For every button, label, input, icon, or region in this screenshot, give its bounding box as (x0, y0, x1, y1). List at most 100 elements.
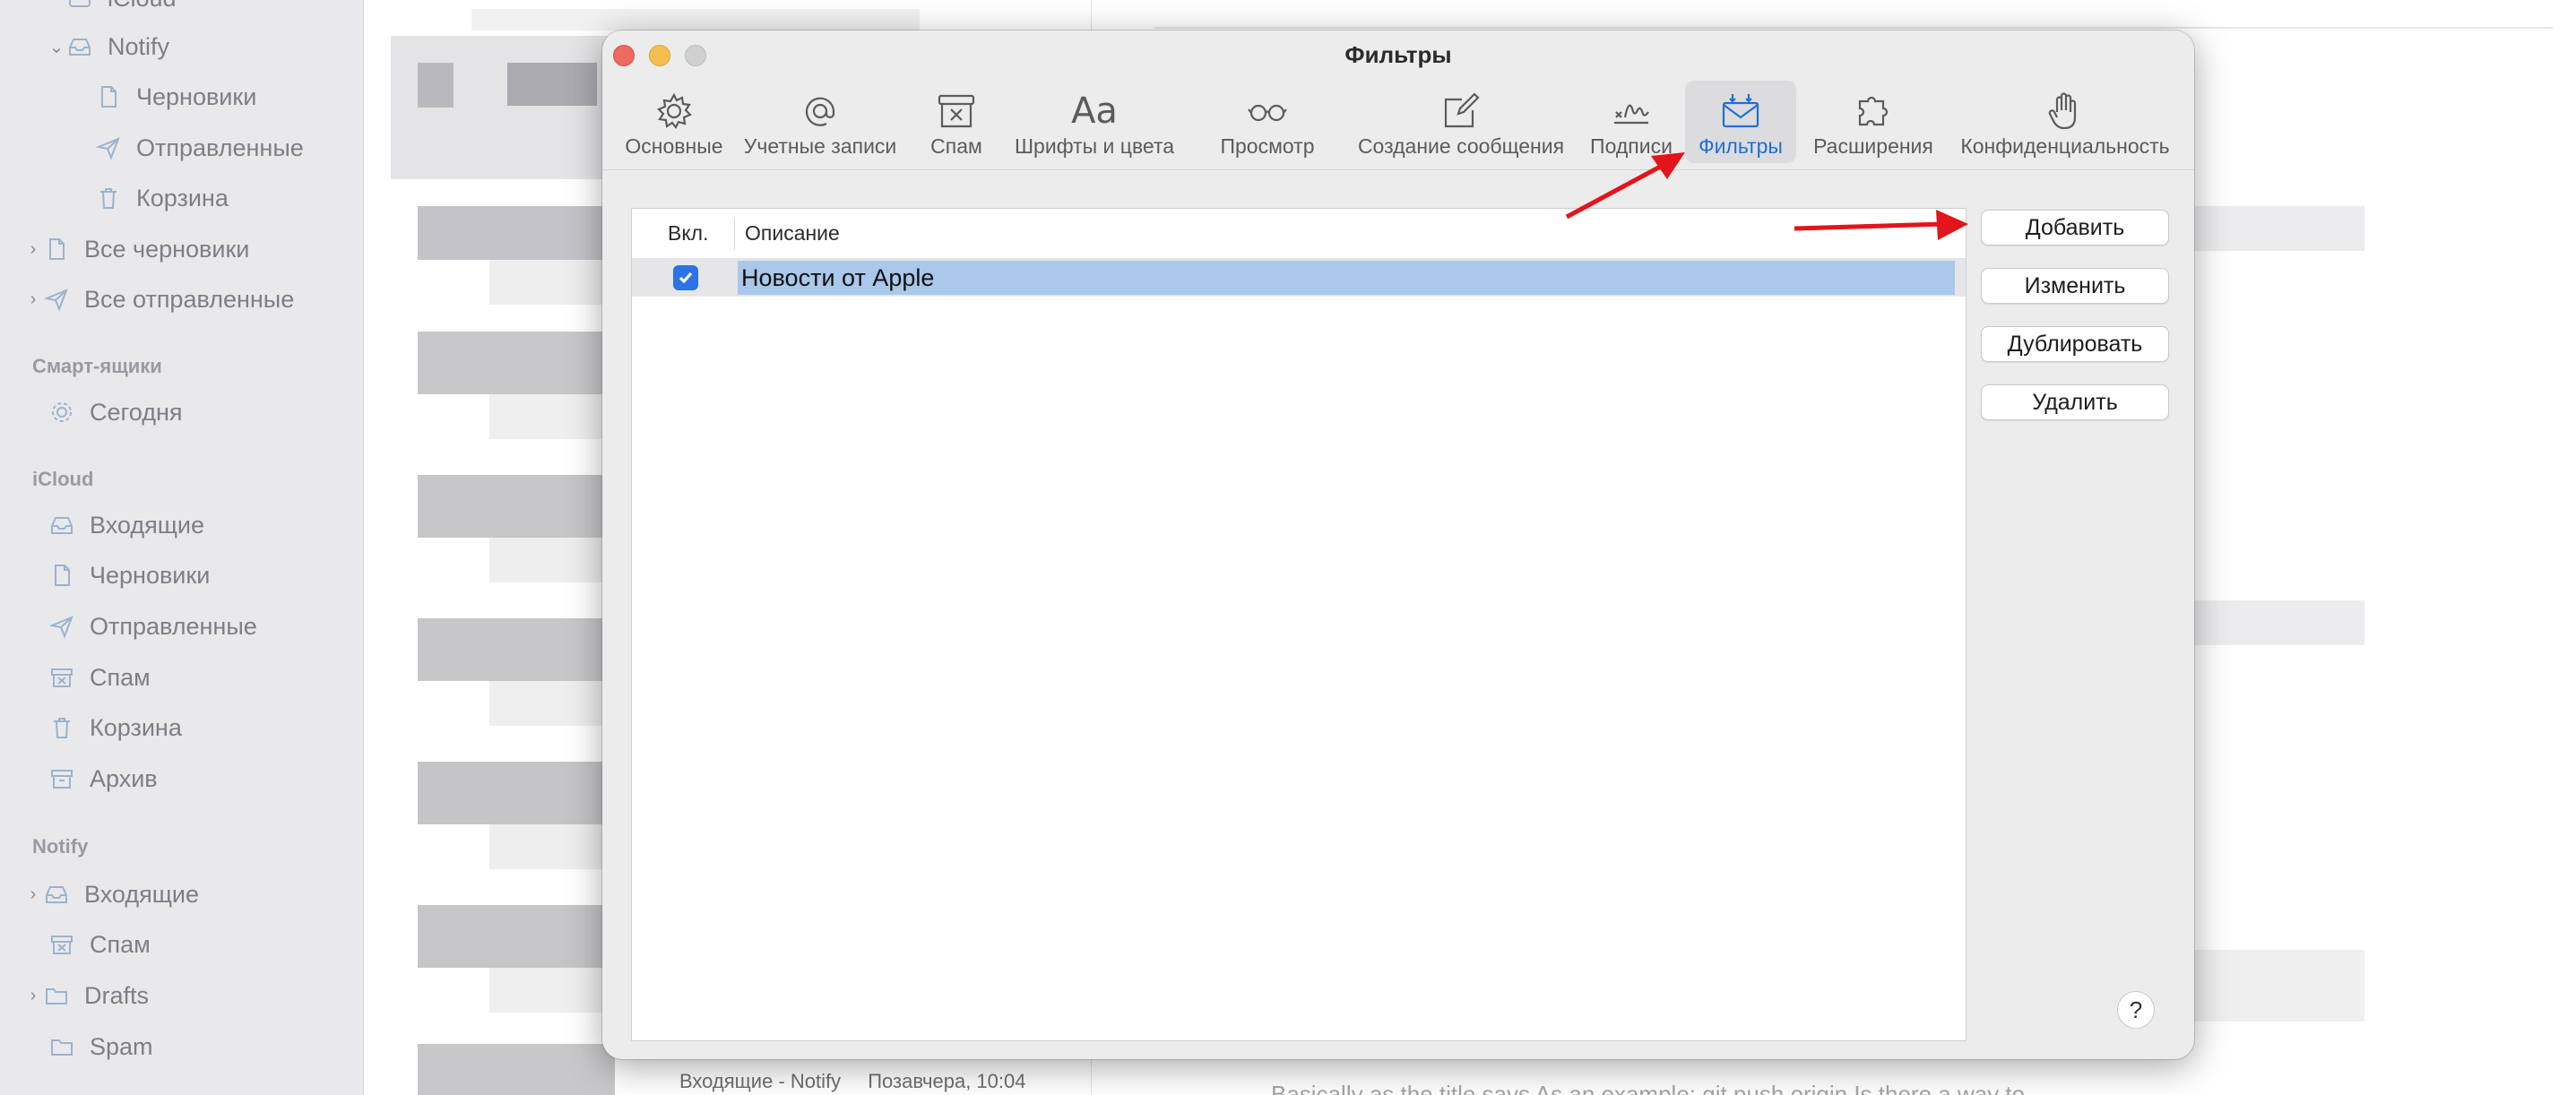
glasses-icon (1247, 88, 1288, 134)
footer-mailbox: Входящие - Notify (679, 1070, 842, 1092)
column-header-enabled[interactable]: Вкл. (668, 221, 708, 246)
sidebar-item-drafts[interactable]: Черновики (95, 79, 256, 115)
sidebar-item-icloud-drafts[interactable]: Черновики (48, 557, 210, 593)
filters-icon (1720, 88, 1761, 134)
signature-icon (1611, 88, 1652, 134)
sidebar-item-trash[interactable]: Корзина (95, 180, 229, 216)
trash-icon (48, 714, 75, 741)
chevron-right-icon[interactable]: › (23, 884, 43, 905)
compose-icon (1440, 88, 1482, 134)
message-row-blur (418, 762, 615, 824)
tab-general[interactable]: Основные (622, 81, 726, 163)
column-header-description[interactable]: Описание (745, 221, 840, 246)
tab-composing[interactable]: Создание сообщения (1344, 81, 1578, 163)
tab-accounts[interactable]: Учетные записи (737, 81, 903, 163)
mail-sidebar: iCloud ⌄ Notify Черновики Отправленные К… (0, 0, 364, 1095)
reader-body-text: Basically as the title says As an exampl… (1271, 1081, 2026, 1095)
edit-rule-button[interactable]: Изменить (1981, 268, 2169, 304)
mailbox-icon (66, 0, 93, 12)
sidebar-item-icloud-trash[interactable]: Корзина (48, 710, 182, 746)
message-row-blur (418, 332, 615, 394)
checkmark-icon (679, 272, 693, 284)
sidebar-item-icloud-inbox[interactable]: Входящие (48, 507, 204, 543)
table-row[interactable]: Новости от Apple (632, 259, 1966, 297)
message-row-blur (418, 206, 615, 260)
paper-plane-icon (95, 134, 122, 161)
sidebar-item-notify-group[interactable]: ⌄ Notify (47, 29, 169, 65)
footer-date: Позавчера, 10:04 (868, 1070, 1026, 1092)
folder-icon (43, 982, 70, 1009)
junk-icon (48, 664, 75, 691)
reader-blur (2185, 206, 2364, 251)
document-icon (48, 562, 75, 589)
paper-plane-icon (48, 613, 75, 640)
hand-icon (2044, 88, 2086, 134)
column-divider[interactable] (734, 218, 735, 250)
sidebar-item-icloud-junk[interactable]: Спам (48, 660, 151, 695)
message-row-blur (418, 1044, 615, 1095)
message-row-blur (418, 905, 615, 968)
rule-enabled-checkbox[interactable] (673, 265, 698, 290)
rule-description[interactable]: Новости от Apple (738, 261, 1955, 295)
notify-header: Notify (32, 835, 89, 858)
table-header: Вкл. Описание (632, 209, 1966, 259)
inbox-icon (48, 512, 75, 539)
sidebar-item-notify-inbox[interactable]: › Входящие (23, 876, 199, 912)
preferences-toolbar: Основные Учетные записи Спам Aa Шрифты и… (602, 81, 2194, 170)
delete-rule-button[interactable]: Удалить (1981, 384, 2169, 420)
smart-mailboxes-header: Смарт-ящики (32, 355, 162, 377)
tab-signatures[interactable]: Подписи (1585, 81, 1678, 163)
sidebar-item-notify-drafts-folder[interactable]: › Drafts (23, 978, 149, 1013)
duplicate-rule-button[interactable]: Дублировать (1981, 326, 2169, 362)
inbox-icon (43, 881, 70, 908)
sidebar-item-icloud-sent[interactable]: Отправленные (48, 608, 257, 644)
sidebar-item-notify-junk[interactable]: Спам (48, 927, 151, 962)
avatar (507, 63, 597, 106)
archive-icon (48, 765, 75, 792)
add-rule-button[interactable]: Добавить (1981, 210, 2169, 246)
gear-icon (653, 88, 695, 134)
message-row-blur (418, 618, 615, 681)
avatar (418, 63, 454, 108)
message-preview-blur (471, 9, 920, 30)
at-icon (800, 88, 841, 134)
fonts-icon: Aa (1071, 91, 1118, 132)
reader-blur (2185, 950, 2364, 1022)
tab-rules[interactable]: Фильтры (1685, 81, 1796, 163)
sidebar-item-today[interactable]: Сегодня (48, 394, 182, 430)
message-footer: Входящие - Notify Позавчера, 10:04 (679, 1070, 1048, 1093)
selected-message-blur (391, 36, 624, 179)
sidebar-item-notify-spam-folder[interactable]: Spam (48, 1029, 153, 1065)
chevron-down-icon[interactable]: ⌄ (47, 36, 66, 58)
tab-extensions[interactable]: Расширения (1802, 81, 1945, 163)
junk-icon (48, 931, 75, 958)
chevron-right-icon[interactable]: › (23, 289, 43, 310)
sidebar-item-all-sent[interactable]: › Все отправленные (23, 281, 295, 317)
puzzle-icon (1853, 88, 1894, 134)
trash-icon (95, 185, 122, 211)
junk-icon (936, 88, 977, 134)
folder-icon (48, 1033, 75, 1060)
document-icon (43, 236, 70, 263)
sidebar-item-icloud-partial[interactable]: iCloud (66, 0, 177, 16)
paper-plane-icon (43, 286, 70, 313)
inbox-icon (66, 33, 93, 60)
titlebar: Фильтры (602, 30, 2194, 82)
filters-preferences-window: Фильтры Основные Учетные записи Спам Aa … (602, 30, 2194, 1059)
chevron-right-icon[interactable]: › (23, 986, 43, 1006)
divider (1154, 27, 2553, 29)
sidebar-item-all-drafts[interactable]: › Все черновики (23, 231, 250, 267)
chevron-right-icon[interactable]: › (23, 239, 43, 260)
gear-icon (48, 399, 75, 426)
tab-viewing[interactable]: Просмотр (1215, 81, 1319, 163)
help-button[interactable]: ? (2117, 991, 2155, 1029)
rules-table[interactable]: Вкл. Описание Новости от Apple (631, 208, 1967, 1041)
tab-fonts-colors[interactable]: Aa Шрифты и цвета (1009, 81, 1180, 163)
document-icon (95, 83, 122, 110)
sidebar-item-sent[interactable]: Отправленные (95, 130, 304, 166)
message-row-blur (418, 475, 615, 538)
reader-blur (2185, 600, 2364, 645)
sidebar-item-icloud-archive[interactable]: Архив (48, 761, 158, 797)
tab-privacy[interactable]: Конфиденциальность (1954, 81, 2176, 163)
tab-junk[interactable]: Спам (916, 81, 997, 163)
